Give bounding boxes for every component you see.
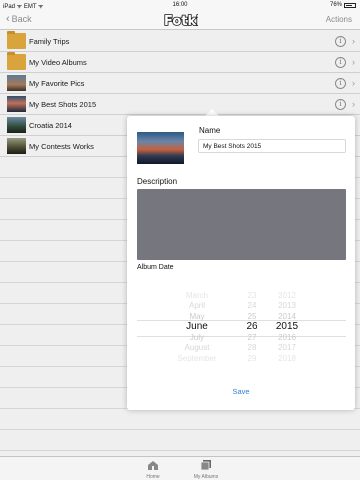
battery-percent: 76% (329, 2, 342, 8)
picker-value: 2017 (278, 343, 296, 352)
picker-value: 2013 (278, 301, 296, 310)
navigation-bar: ‹ Back Fotki Actions (0, 10, 360, 30)
tab-home-label: Home (146, 474, 160, 480)
picker-value: July (189, 332, 205, 342)
picker-value: September (177, 353, 217, 363)
picker-value: 2014 (278, 311, 296, 321)
info-icon[interactable]: i (335, 78, 346, 89)
month-column[interactable]: March April May June July August September (167, 286, 227, 368)
picker-value: 29 (247, 353, 257, 363)
save-button[interactable]: Save (127, 387, 355, 396)
album-row[interactable]: My Favorite Pics i › (0, 73, 360, 94)
albums-icon (200, 460, 211, 471)
info-icon[interactable]: i (335, 99, 346, 110)
back-label: Back (11, 14, 32, 24)
album-name: My Video Albums (29, 58, 87, 67)
description-label: Description (137, 177, 178, 186)
description-textarea[interactable] (137, 189, 346, 260)
status-bar: iPad ᯤ EMT ᯤ 16:00 76% (0, 0, 360, 10)
day-column[interactable]: 23 24 25 26 27 28 29 (237, 286, 267, 368)
picker-value: 25 (247, 311, 257, 321)
picker-value: 2018 (278, 353, 296, 363)
picker-value: 28 (247, 343, 257, 352)
album-cover-image[interactable] (137, 132, 184, 164)
chevron-right-icon: › (352, 36, 355, 46)
album-name: Family Trips (29, 37, 70, 46)
folder-icon (7, 52, 26, 70)
chevron-right-icon: › (352, 57, 355, 67)
status-time: 16:00 (172, 2, 188, 8)
album-row[interactable]: My Best Shots 2015 i › (0, 94, 360, 115)
folder-icon (7, 31, 26, 49)
actions-button[interactable]: Actions (326, 15, 352, 24)
battery-icon (344, 2, 356, 8)
picker-value: March (185, 290, 209, 300)
picker-value: June (186, 321, 208, 332)
picker-value: 23 (247, 290, 257, 300)
tab-home[interactable]: Home (133, 460, 173, 480)
chevron-right-icon: › (352, 99, 355, 109)
empty-list-row (0, 409, 360, 430)
tab-my-albums-label: My Albums (193, 474, 219, 480)
picker-value: 24 (247, 301, 257, 310)
picker-value: 2015 (275, 321, 299, 332)
album-name: Croatia 2014 (29, 121, 72, 130)
album-thumbnail (7, 96, 26, 112)
chevron-right-icon: › (352, 78, 355, 88)
album-thumbnail (7, 117, 26, 133)
info-icon[interactable]: i (335, 57, 346, 68)
picker-value: 27 (247, 332, 257, 342)
picker-value: 26 (246, 321, 258, 332)
tab-my-albums[interactable]: My Albums (186, 460, 226, 480)
album-name: My Best Shots 2015 (29, 100, 97, 109)
album-thumbnail (7, 75, 26, 91)
album-row[interactable]: My Video Albums i › (0, 52, 360, 73)
empty-list-row (0, 430, 360, 451)
chevron-left-icon: ‹ (6, 13, 10, 25)
fotki-logo: Fotki (163, 13, 198, 29)
year-column[interactable]: 2012 2013 2014 2015 2016 2017 2018 (267, 286, 307, 368)
info-icon[interactable]: i (335, 36, 346, 47)
album-row[interactable]: Family Trips i › (0, 31, 360, 52)
picker-value: May (189, 311, 205, 321)
back-button[interactable]: ‹ Back (6, 13, 32, 25)
album-thumbnail (7, 138, 26, 154)
svg-text:Fotki: Fotki (164, 14, 198, 29)
home-icon (148, 461, 158, 470)
album-name-input[interactable] (198, 139, 346, 153)
album-name: My Favorite Pics (29, 79, 85, 88)
album-name: My Contests Works (29, 142, 94, 151)
tab-bar: Home My Albums (0, 456, 360, 480)
album-date-label: Album Date (137, 264, 174, 271)
edit-album-popover: Name Description Album Date MarchAprilMa… (127, 116, 355, 410)
picker-value: 2016 (278, 332, 296, 342)
album-date-picker[interactable]: March April May June July August September 23 24… (137, 286, 346, 368)
battery-indicator: 76% (330, 2, 356, 8)
picker-value: 2012 (278, 290, 296, 300)
name-label: Name (199, 126, 221, 135)
picker-value: August (184, 343, 210, 352)
picker-value: April (188, 301, 205, 310)
